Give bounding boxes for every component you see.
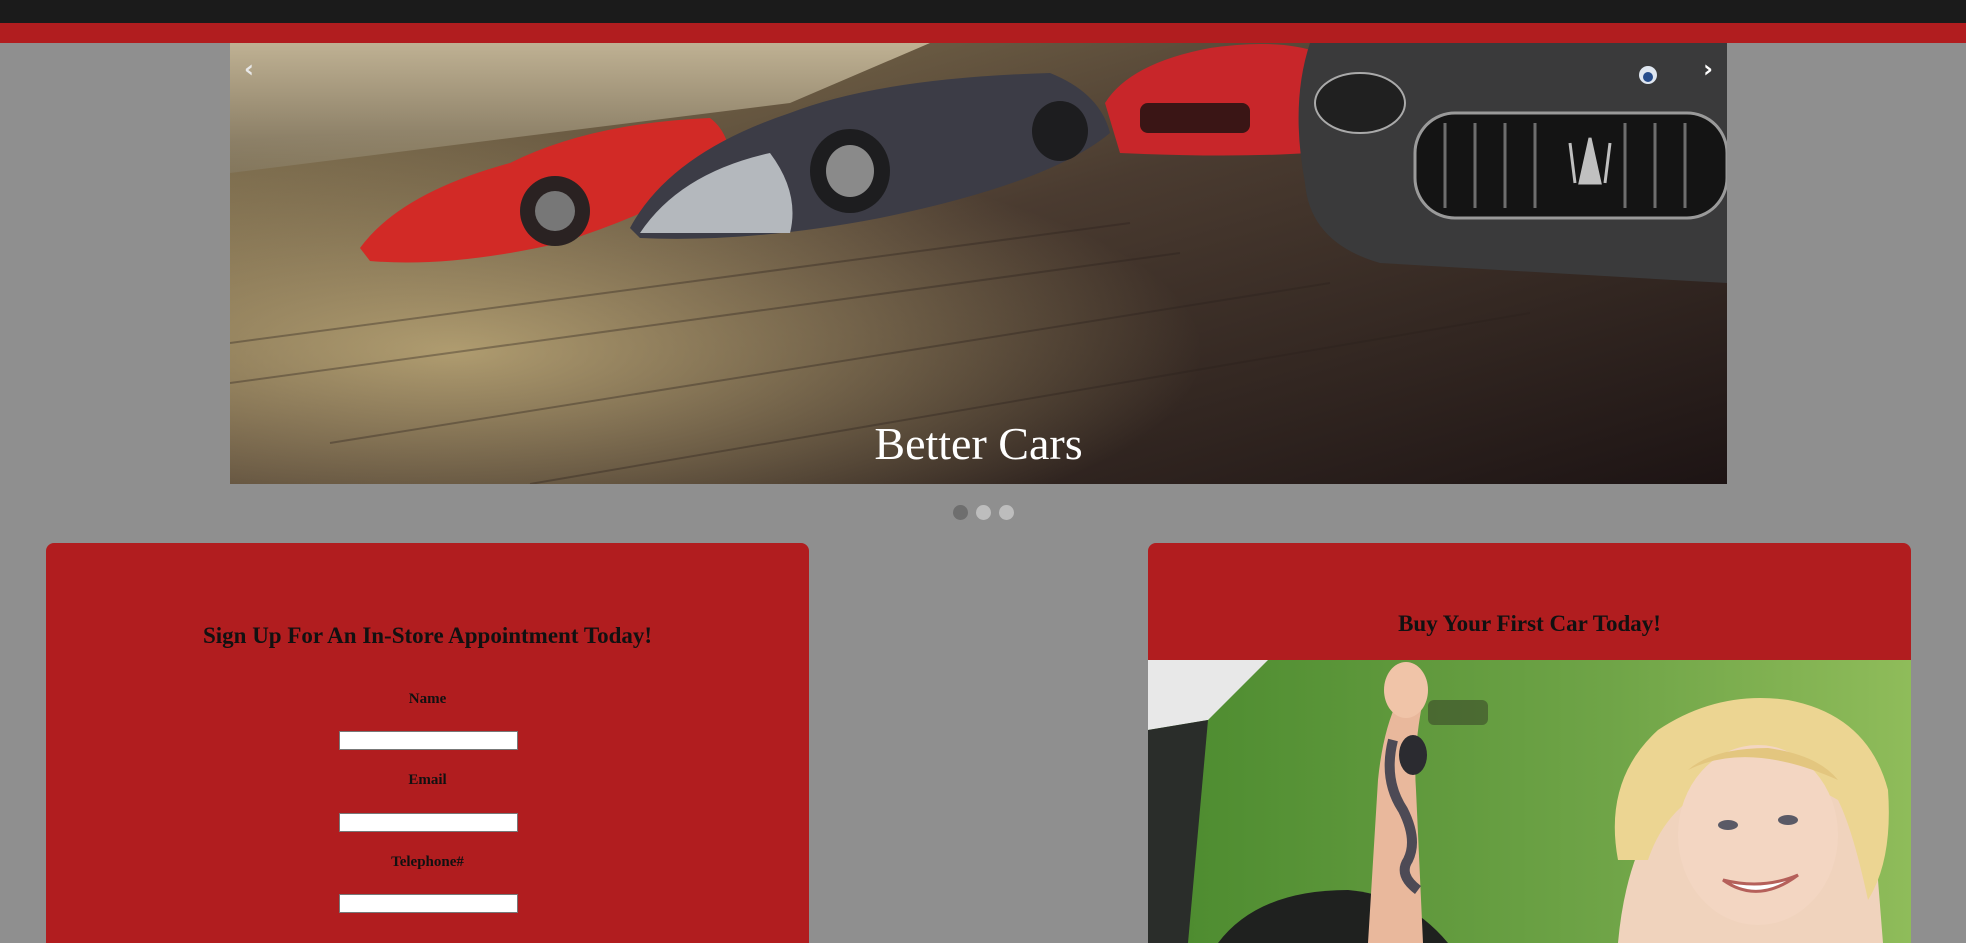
hero-slideshow: ‹ › Better Cars <box>230 43 1727 484</box>
signup-title: Sign Up For An In-Store Appointment Toda… <box>202 623 653 648</box>
telephone-input[interactable] <box>339 894 518 913</box>
name-input[interactable] <box>339 731 518 750</box>
buy-title: Buy Your First Car Today! <box>1398 611 1661 636</box>
telephone-label: Telephone# <box>391 854 464 870</box>
top-bar <box>0 0 1966 23</box>
name-label: Name <box>408 691 447 707</box>
slide-indicators <box>0 505 1966 520</box>
slide-dot-1[interactable] <box>952 505 968 520</box>
next-slide-button[interactable]: › <box>1703 57 1713 81</box>
appointment-signup-panel: Sign Up For An In-Store Appointment Toda… <box>46 543 809 943</box>
slide-dot-3[interactable] <box>998 505 1014 520</box>
email-label: Email <box>408 772 447 788</box>
red-accent-bar <box>0 23 1966 43</box>
woman-with-car-keys-image <box>1148 660 1911 943</box>
email-input[interactable] <box>339 813 518 832</box>
slide-caption: Better Cars <box>874 418 1083 469</box>
previous-slide-button[interactable]: ‹ <box>244 57 254 81</box>
slide-dot-2[interactable] <box>975 505 991 520</box>
buy-first-car-panel: Buy Your First Car Today! <box>1148 543 1911 943</box>
